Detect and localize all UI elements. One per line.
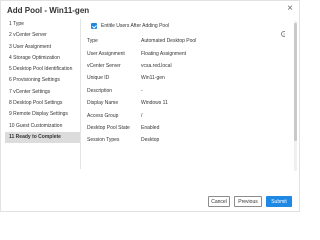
summary-value: - [141, 87, 143, 94]
summary-value: / [141, 112, 143, 119]
add-pool-dialog: Add Pool - Win11-gen × 1 Type 2 vCenter … [0, 0, 300, 212]
step-remote-display-settings[interactable]: 9 Remote Display Settings [5, 109, 80, 120]
step-vcenter-server[interactable]: 2 vCenter Server [5, 30, 80, 41]
summary-scrollbar[interactable] [294, 21, 297, 171]
summary-row: Type Automated Desktop Pool [87, 35, 285, 47]
summary-label: Type [87, 38, 98, 45]
summary-row: Description - [87, 85, 285, 97]
scrollbar-thumb[interactable] [294, 23, 297, 141]
summary-value: Desktop [141, 137, 160, 144]
summary-label: Display Name [87, 100, 119, 107]
step-provisioning-settings[interactable]: 6 Provisioning Settings [5, 75, 80, 86]
summary-value: Enabled [141, 124, 160, 131]
summary-label: Session Types [87, 137, 120, 144]
summary-panel: Entitle Users After Adding Pool ? Type Au… [87, 21, 285, 171]
step-guest-customization[interactable]: 10 Guest Customization [5, 121, 80, 132]
summary-label: User Assignment [87, 50, 125, 57]
summary-row: Access Group / [87, 109, 285, 121]
step-desktop-pool-identification[interactable]: 5 Desktop Pool Identification [5, 64, 80, 75]
summary-value: Automated Desktop Pool [141, 38, 197, 45]
close-icon[interactable]: × [287, 4, 293, 14]
step-type[interactable]: 1 Type [5, 19, 80, 30]
step-vcenter-settings[interactable]: 7 vCenter Settings [5, 87, 80, 98]
step-ready-to-complete[interactable]: 11 Ready to Complete [5, 131, 80, 144]
summary-value: vcsa.red.local [141, 62, 172, 69]
summary-label: vCenter Server [87, 62, 121, 69]
summary-table: Type Automated Desktop Pool User Assignme… [87, 35, 285, 147]
summary-row: Display Name Windows 11 [87, 97, 285, 109]
summary-label: Desktop Pool State [87, 124, 130, 131]
summary-row: User Assignment Floating Assignment [87, 47, 285, 59]
summary-row: Desktop Pool State Enabled [87, 122, 285, 134]
summary-label: Access Group [87, 112, 119, 119]
step-storage-optimization[interactable]: 4 Storage Optimization [5, 53, 80, 64]
summary-value: Win11-gen [141, 75, 165, 82]
summary-label: Unique ID [87, 75, 110, 82]
step-desktop-pool-settings[interactable]: 8 Desktop Pool Settings [5, 98, 80, 109]
step-user-assignment[interactable]: 3 User Assignment [5, 42, 80, 53]
summary-value: Windows 11 [141, 100, 168, 107]
summary-label: Description [87, 87, 113, 94]
entitle-users-checkbox[interactable] [91, 23, 97, 29]
summary-row: vCenter Server vcsa.red.local [87, 60, 285, 72]
summary-value: Floating Assignment [141, 50, 187, 57]
previous-button[interactable]: Previous [234, 196, 262, 207]
help-icon[interactable]: ? [281, 31, 285, 37]
summary-row: Unique ID Win11-gen [87, 72, 285, 84]
submit-button[interactable]: Submit [266, 196, 292, 207]
entitle-users-row[interactable]: Entitle Users After Adding Pool [91, 21, 285, 31]
wizard-steps: 1 Type 2 vCenter Server 3 User Assignmen… [5, 19, 81, 169]
dialog-title: Add Pool - Win11-gen [7, 6, 90, 15]
summary-row: Session Types Desktop [87, 134, 285, 146]
entitle-users-label: Entitle Users After Adding Pool [101, 23, 170, 29]
dialog-footer: Cancel Previous Submit [1, 195, 301, 213]
cancel-button[interactable]: Cancel [208, 196, 230, 207]
